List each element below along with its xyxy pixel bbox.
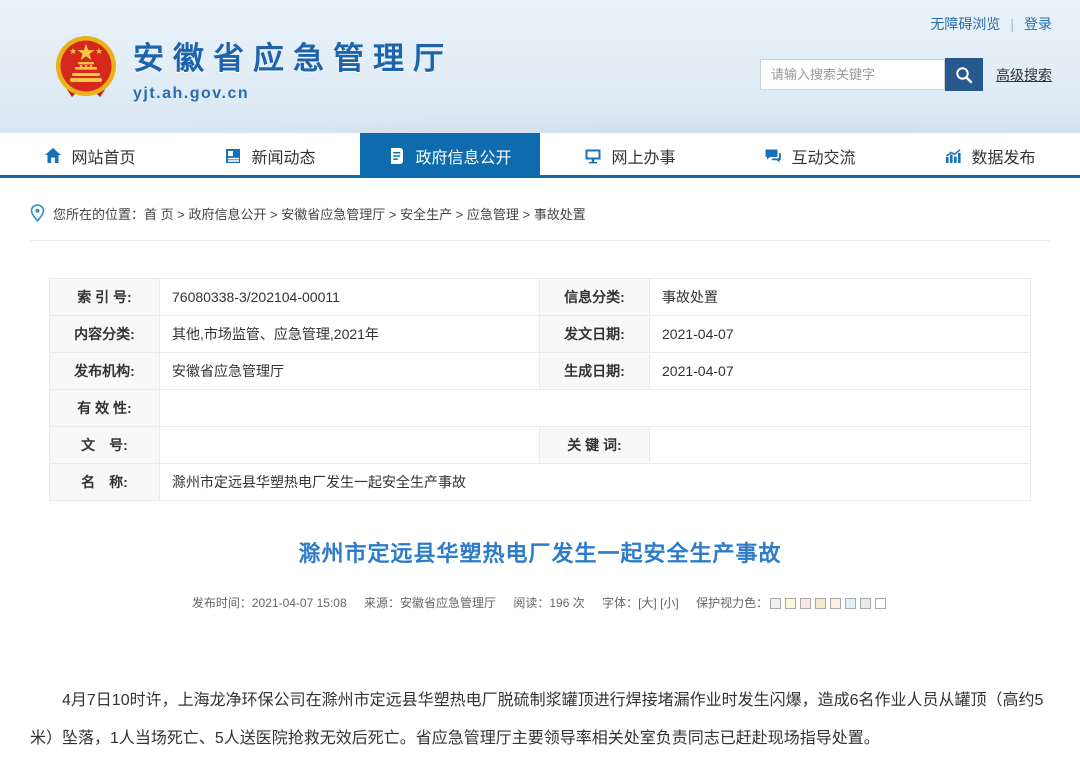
nav-item-label: 网站首页 [71,149,136,167]
font-small-button[interactable]: [小] [660,596,679,610]
table-row: 内容分类: 其他,市场监管、应急管理,2021年 发文日期: 2021-04-0… [49,315,1031,353]
article-body: 4月7日10时许，上海龙净环保公司在滁州市定远县华塑热电厂脱硫制浆罐顶进行焊接堵… [30,692,1044,747]
content-class-value: 其他,市场监管、应急管理,2021年 [159,315,540,353]
source: 来源：安徽省应急管理厅 [364,596,496,610]
info-class-value: 事故处置 [649,278,1031,316]
table-row: 有 效 性: [49,389,1031,427]
home-icon [45,147,62,163]
eye-color-swatch[interactable] [875,598,887,609]
monitor-icon [585,149,601,163]
eye-color-swatch[interactable] [830,598,842,609]
font-size-label: 字体： [602,596,639,610]
doc-no-value [159,426,540,464]
login-link[interactable]: 登录 [1024,16,1052,32]
nav-item-label: 互动交流 [791,149,856,167]
index-label: 索 引 号: [49,278,160,316]
view-count-value: 196 次 [549,596,585,610]
eye-color-swatch[interactable] [800,598,812,609]
font-size-controls: 字体：[大] [小] [602,596,679,610]
chat-icon [765,149,782,162]
article-meta: 发布时间：2021-04-07 15:08 来源：安徽省应急管理厅 阅读：196… [0,594,1080,611]
nav-item-label: 网上办事 [611,149,676,167]
chart-icon [946,148,962,163]
site-url: yjt.ah.gov.cn [133,85,250,102]
eye-color-swatch[interactable] [815,598,827,609]
info-class-label: 信息分类: [539,278,650,316]
top-links: 无障碍浏览 | 登录 [930,14,1052,34]
content-class-label: 内容分类: [49,315,160,353]
gen-date-value: 2021-04-07 [649,352,1031,390]
publisher-value: 安徽省应急管理厅 [159,352,540,390]
eye-color-swatch[interactable] [770,598,782,609]
keyword-label: 关 键 词: [539,426,650,464]
main-nav: 网站首页 新闻动态 政府信息公开 网上办事 互动交流 数据发布 [0,133,1080,178]
eye-protect: 保护视力色： [696,596,888,610]
view-count-label: 阅读： [513,596,550,610]
nav-item-label: 新闻动态 [251,149,316,167]
name-value: 滁州市定远县华塑热电厂发生一起安全生产事故 [159,463,1031,501]
nav-item-data[interactable]: 数据发布 [900,133,1080,178]
eye-color-swatch[interactable] [785,598,797,609]
accessibility-link[interactable]: 无障碍浏览 [930,16,1000,32]
doc-info-table: 索 引 号: 76080338-3/202104-00011 信息分类: 事故处… [49,278,1031,501]
eye-protect-label: 保护视力色： [696,596,769,610]
news-icon [226,148,241,163]
issue-date-label: 发文日期: [539,315,650,353]
search-button[interactable] [945,58,983,91]
keyword-value [649,426,1031,464]
nav-item-label: 数据发布 [971,149,1036,167]
site-brand[interactable]: 安徽省应急管理厅 yjt.ah.gov.cn [54,33,453,103]
national-emblem-icon [56,36,116,97]
breadcrumb-trail[interactable]: 首 页 > 政府信息公开 > 安徽省应急管理厅 > 安全生产 > 应急管理 > … [144,204,586,223]
nav-item-interaction[interactable]: 互动交流 [720,133,900,178]
nav-item-label: 政府信息公开 [415,149,512,167]
source-label: 来源： [363,596,400,610]
document-icon [391,147,404,164]
site-header: 无障碍浏览 | 登录 安徽省应急管理厅 yjt.ah.gov.cn 请输入搜索关… [0,0,1080,133]
search-area: 高级搜索 [760,58,1052,91]
index-value: 76080338-3/202104-00011 [159,278,540,316]
site-title: 安徽省应急管理厅 [133,41,453,76]
location-pin-icon [30,204,45,222]
eye-color-swatch[interactable] [860,598,872,609]
brand-text: 安徽省应急管理厅 yjt.ah.gov.cn [133,33,453,103]
publisher-label: 发布机构: [49,352,160,390]
doc-no-label: 文 号: [49,426,160,464]
source-value: 安徽省应急管理厅 [399,596,496,610]
name-label: 名 称: [49,463,160,501]
font-large-button[interactable]: [大] [638,596,657,610]
eye-color-swatch[interactable] [845,598,857,609]
publish-time-label: 发布时间： [191,596,252,610]
breadcrumb: 您所在的位置： 首 页 > 政府信息公开 > 安徽省应急管理厅 > 安全生产 >… [30,204,1080,223]
publish-time-value: 2021-04-07 15:08 [251,596,347,610]
breadcrumb-prefix: 您所在的位置： [53,207,145,222]
validity-label: 有 效 性: [49,389,160,427]
view-count: 阅读：196 次 [513,596,584,610]
breadcrumb-divider [30,240,1050,241]
table-row: 文 号: 关 键 词: [49,426,1031,464]
table-row: 索 引 号: 76080338-3/202104-00011 信息分类: 事故处… [49,278,1031,316]
nav-item-gov-info[interactable]: 政府信息公开 [360,133,540,178]
nav-item-news[interactable]: 新闻动态 [180,133,360,178]
validity-value [159,389,1031,427]
top-links-separator: | [1010,16,1014,32]
advanced-search-link[interactable]: 高级搜索 [996,65,1052,85]
nav-item-online-services[interactable]: 网上办事 [540,133,720,178]
issue-date-value: 2021-04-07 [649,315,1031,353]
nav-item-home[interactable]: 网站首页 [0,133,180,178]
search-input[interactable] [760,59,945,90]
page: 无障碍浏览 | 登录 安徽省应急管理厅 yjt.ah.gov.cn 请输入搜索关… [0,0,1080,770]
eye-color-swatches [768,596,888,610]
table-row: 名 称: 滁州市定远县华塑热电厂发生一起安全生产事故 [49,463,1031,501]
publish-time: 发布时间：2021-04-07 15:08 [192,596,347,610]
gen-date-label: 生成日期: [539,352,650,390]
article-title: 滁州市定远县华塑热电厂发生一起安全生产事故 [298,541,782,566]
table-row: 发布机构: 安徽省应急管理厅 生成日期: 2021-04-07 [49,352,1031,390]
search-icon [956,66,973,83]
